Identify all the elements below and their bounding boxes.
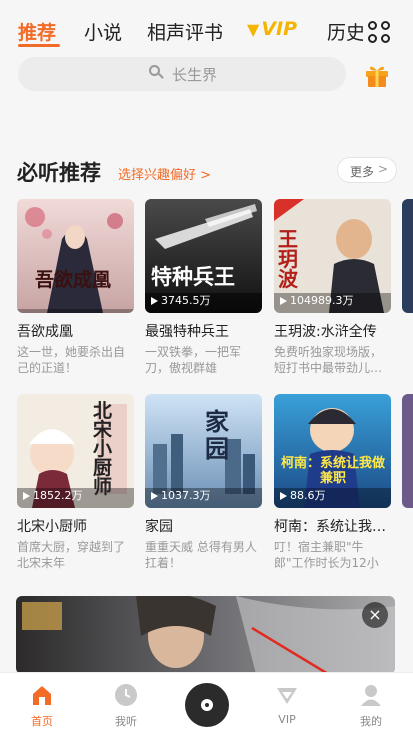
nav-mine[interactable]: 我的 [341,673,401,734]
book-description: 一双铁拳，一把军刀，傲视群雄 [145,345,242,375]
cover-title: 北宋小厨师 [93,400,113,498]
tab-vip[interactable]: ▼ VIP [247,18,297,40]
nav-home[interactable]: 首页 [12,673,72,734]
interest-preference-link[interactable]: 选择兴趣偏好 > [118,164,211,183]
tab-vip-label: VIP [261,18,298,40]
tab-history[interactable]: 历史 [327,18,363,45]
play-count: 88.6万 [280,487,326,503]
chevron-right-icon: > [378,162,389,176]
book-card-partial[interactable] [402,394,413,574]
active-tab-indicator [18,44,60,47]
book-title: 吾欲成凰 [17,324,73,340]
book-cover: 柯南：系统让我做兼职 88.6万 [274,394,391,508]
play-icon [280,492,287,500]
nav-mine-label: 我的 [360,715,382,728]
play-count: 104989.3万 [280,292,354,308]
nav-vip-label: VIP [278,713,296,726]
book-cover [402,199,413,313]
more-button[interactable]: 更多 > [337,157,397,183]
book-description: 首席大厨，穿越到了北宋末年 [17,540,126,570]
cover-title: 家园 [205,407,229,463]
book-description: 重重天威 总得有男人扛着！ [145,540,257,570]
book-cover: 特种兵王 3745.5万 [145,199,262,313]
search-icon [149,65,164,79]
book-description: 免费听独家现场版，短打书中最带劲儿… [274,345,383,375]
book-cover [402,394,413,508]
cover-title: 吾欲成凰 [35,269,112,291]
category-grid-icon[interactable] [368,21,392,45]
book-cover: 家园 1037.3万 [145,394,262,508]
cover-title: 王玥波 [278,227,298,291]
top-tab-bar: 推荐 小说 相声评书 ▼ VIP 历史 [0,0,413,62]
nav-home-label: 首页 [31,715,53,728]
book-title: 最强特种兵王 [145,324,229,340]
user-icon [361,685,381,706]
play-count: 3745.5万 [151,292,211,308]
play-icon [151,492,158,500]
play-icon [151,297,158,305]
search-placeholder: 长生界 [172,66,218,84]
book-title: 柯南：系统让我… [274,519,386,535]
search-bar[interactable]: 长生界 [18,57,346,91]
book-title: 北宋小厨师 [17,519,87,535]
clock-icon [115,684,137,706]
nav-vip[interactable]: VIP [257,673,317,734]
play-icon [280,297,287,305]
book-cover: 吾欲成凰 [17,199,134,313]
player-disc-button[interactable] [185,683,229,727]
book-title: 家园 [145,519,173,535]
tab-crosstalk[interactable]: 相声评书 [147,18,223,45]
cover-title: 柯南：系统让我做兼职 [280,456,385,486]
book-card-partial[interactable] [402,199,413,379]
book-cover: 王玥波 104989.3万 [274,199,391,313]
vip-icon: ▼ [247,20,260,39]
play-count: 1852.2万 [23,487,83,503]
tab-novel[interactable]: 小说 [84,18,122,45]
close-banner-button[interactable]: × [362,602,388,628]
book-title: 王玥波:水浒全传 [274,324,377,340]
cover-title: 特种兵王 [151,265,235,289]
tab-recommend[interactable]: 推荐 [18,18,56,45]
nav-listened[interactable]: 我听 [96,673,156,734]
nav-listened-label: 我听 [115,715,137,728]
play-icon [23,492,30,500]
gift-icon[interactable] [364,62,390,88]
play-count: 1037.3万 [151,487,211,503]
home-icon [33,686,51,705]
book-description: 这一世，她要杀出自己的正道！ [17,345,126,375]
book-description: 叮！宿主兼职"牛郎"工作时长为12小时 [274,540,379,570]
more-button-label: 更多 [350,165,375,179]
section-title: 必听推荐 [17,161,101,185]
vip-icon [277,688,297,704]
book-cover: 北宋小厨师 1852.2万 [17,394,134,508]
